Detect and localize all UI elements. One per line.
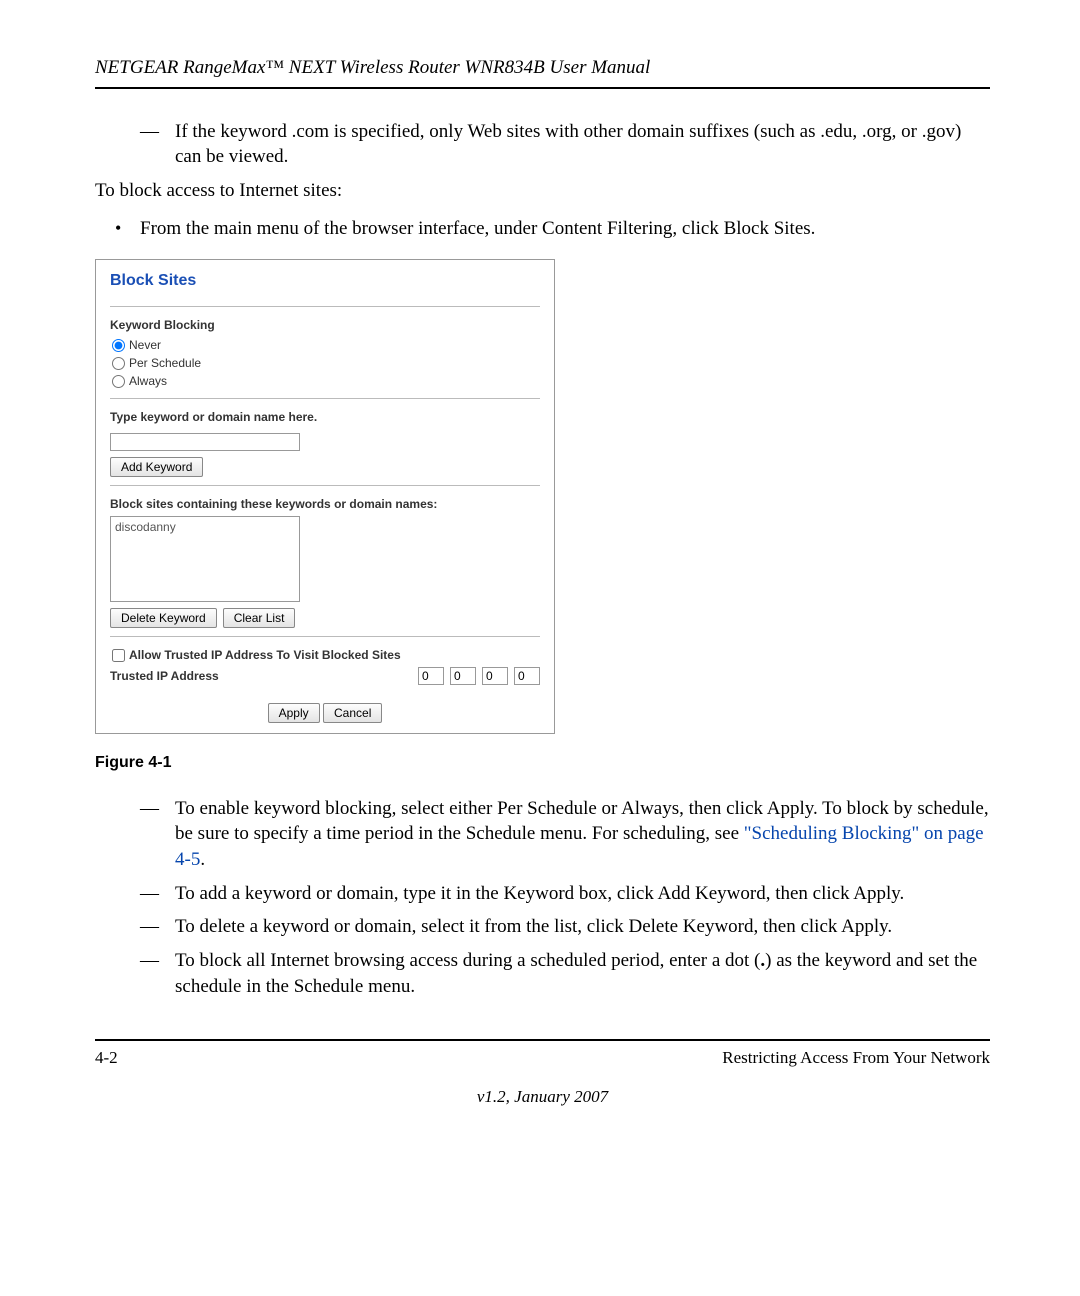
post-item-3-text: To delete a keyword or domain, select it… [175, 914, 892, 940]
ip-octet-4[interactable] [514, 667, 540, 685]
dash-icon: — [140, 914, 175, 940]
block-list[interactable]: discodanny [110, 516, 300, 602]
post-item-4-text: To block all Internet browsing access du… [175, 948, 990, 999]
radio-per-schedule[interactable] [112, 357, 125, 370]
radio-per-schedule-row[interactable]: Per Schedule [110, 355, 540, 371]
type-keyword-section: Type keyword or domain name here. Add Ke… [110, 409, 540, 477]
intro-dash-text: If the keyword .com is specified, only W… [175, 119, 990, 170]
trusted-ip-label: Trusted IP Address [110, 668, 219, 684]
panel-separator [110, 398, 540, 399]
intro-sublist: — If the keyword .com is specified, only… [95, 119, 990, 170]
post-item-4: — To block all Internet browsing access … [140, 948, 990, 999]
figure-caption: Figure 4-1 [95, 752, 990, 774]
radio-never[interactable] [112, 339, 125, 352]
trusted-ip-row: Trusted IP Address [110, 667, 540, 685]
bullet-icon: • [115, 216, 140, 242]
allow-trusted-row[interactable]: Allow Trusted IP Address To Visit Blocke… [110, 647, 540, 663]
add-keyword-button[interactable]: Add Keyword [110, 457, 203, 477]
post-item-1-text: To enable keyword blocking, select eithe… [175, 796, 990, 873]
footer-page-number: 4-2 [95, 1047, 118, 1070]
allow-trusted-label: Allow Trusted IP Address To Visit Blocke… [129, 647, 401, 663]
post-item-2: — To add a keyword or domain, type it in… [140, 881, 990, 907]
radio-per-schedule-label: Per Schedule [129, 355, 201, 371]
allow-trusted-checkbox[interactable] [112, 649, 125, 662]
dash-icon: — [140, 119, 175, 170]
intro-lead: To block access to Internet sites: [95, 178, 990, 204]
type-keyword-label: Type keyword or domain name here. [110, 409, 540, 425]
manual-page: NETGEAR RangeMax™ NEXT Wireless Router W… [0, 0, 1080, 1149]
block-sites-panel: Block Sites Keyword Blocking Never Per S… [95, 259, 555, 734]
header-rule [95, 87, 990, 89]
post-item-3: — To delete a keyword or domain, select … [140, 914, 990, 940]
keyword-input[interactable] [110, 433, 300, 451]
delete-keyword-button[interactable]: Delete Keyword [110, 608, 217, 628]
radio-never-row[interactable]: Never [110, 337, 540, 353]
ip-octet-2[interactable] [450, 667, 476, 685]
page-header-title: NETGEAR RangeMax™ NEXT Wireless Router W… [95, 55, 990, 81]
radio-always-row[interactable]: Always [110, 373, 540, 389]
footer-rule [95, 1039, 990, 1041]
list-item[interactable]: discodanny [115, 519, 295, 535]
dash-icon: — [140, 948, 175, 999]
intro-bullet-1: • From the main menu of the browser inte… [115, 216, 990, 242]
clear-list-button[interactable]: Clear List [223, 608, 296, 628]
footer-section: Restricting Access From Your Network [722, 1047, 990, 1070]
post-sublist: — To enable keyword blocking, select eit… [95, 796, 990, 999]
keyword-blocking-label: Keyword Blocking [110, 317, 540, 333]
dash-icon: — [140, 881, 175, 907]
dash-icon: — [140, 796, 175, 873]
intro-bullet-1-text: From the main menu of the browser interf… [140, 216, 815, 242]
apply-button[interactable]: Apply [268, 703, 320, 723]
ip-octet-3[interactable] [482, 667, 508, 685]
footer-line: 4-2 Restricting Access From Your Network [95, 1047, 990, 1070]
ip-octet-1[interactable] [418, 667, 444, 685]
panel-separator [110, 306, 540, 307]
cancel-button[interactable]: Cancel [323, 703, 382, 723]
radio-always[interactable] [112, 375, 125, 388]
panel-separator [110, 485, 540, 486]
block-list-section: Block sites containing these keywords or… [110, 496, 540, 628]
apply-cancel-row: Apply Cancel [110, 703, 540, 723]
trusted-ip-section: Allow Trusted IP Address To Visit Blocke… [110, 647, 540, 685]
keyword-blocking-section: Keyword Blocking Never Per Schedule Alwa… [110, 317, 540, 390]
radio-never-label: Never [129, 337, 161, 353]
panel-separator [110, 636, 540, 637]
ip-fields [418, 667, 540, 685]
intro-dash-item: — If the keyword .com is specified, only… [140, 119, 990, 170]
radio-always-label: Always [129, 373, 167, 389]
panel-title: Block Sites [110, 268, 540, 302]
post-item-1: — To enable keyword blocking, select eit… [140, 796, 990, 873]
post-item-2-text: To add a keyword or domain, type it in t… [175, 881, 904, 907]
footer-version: v1.2, January 2007 [95, 1086, 990, 1109]
intro-bullets: • From the main menu of the browser inte… [95, 216, 990, 242]
block-list-label: Block sites containing these keywords or… [110, 496, 540, 512]
